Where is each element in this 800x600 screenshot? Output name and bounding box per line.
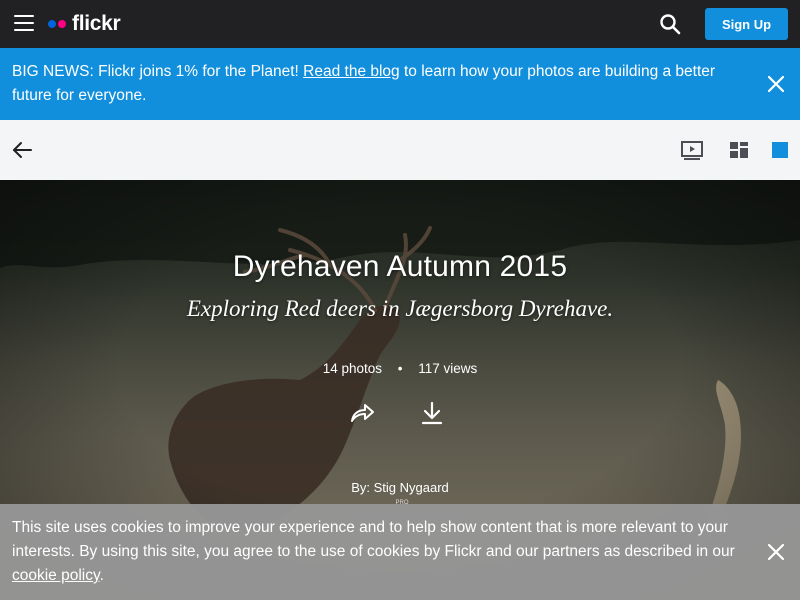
grid-view-icon[interactable] bbox=[727, 138, 751, 162]
cookie-banner: This site uses cookies to improve your e… bbox=[0, 504, 800, 600]
album-title: Dyrehaven Autumn 2015 bbox=[232, 250, 568, 283]
menu-icon[interactable] bbox=[14, 15, 34, 33]
announcement-banner: BIG NEWS: Flickr joins 1% for the Planet… bbox=[0, 48, 800, 120]
album-subtitle: Exploring Red deers in Jægersborg Dyreha… bbox=[186, 296, 614, 321]
cookie-trail: . bbox=[99, 567, 104, 584]
flickr-logo[interactable]: flickr bbox=[48, 10, 121, 38]
album-owner-link[interactable]: By: Stig Nygaard bbox=[0, 480, 800, 495]
slideshow-icon[interactable] bbox=[680, 138, 704, 162]
download-icon[interactable] bbox=[420, 400, 444, 426]
cookie-policy-link[interactable]: cookie policy bbox=[12, 567, 100, 584]
cookie-message: This site uses cookies to improve your e… bbox=[12, 519, 735, 560]
album-stats: 14 photos • 117 views bbox=[0, 361, 800, 376]
logo-wordmark: flickr bbox=[72, 12, 121, 35]
cookie-close-icon[interactable] bbox=[764, 540, 788, 564]
logo-blue-dot bbox=[48, 20, 56, 28]
photo-count: 14 photos bbox=[322, 361, 382, 376]
search-icon[interactable] bbox=[658, 12, 682, 36]
read-blog-link[interactable]: Read the blog bbox=[303, 63, 400, 80]
cookie-text: This site uses cookies to improve your e… bbox=[12, 516, 757, 588]
top-nav: flickr Sign Up bbox=[0, 0, 800, 48]
announcement-lead: BIG NEWS: Flickr joins 1% for the Planet… bbox=[12, 63, 304, 80]
album-toolbar bbox=[0, 120, 800, 180]
share-icon[interactable] bbox=[349, 400, 375, 426]
sign-up-button[interactable]: Sign Up bbox=[705, 8, 788, 40]
stats-separator: • bbox=[397, 361, 403, 376]
announcement-text: BIG NEWS: Flickr joins 1% for the Planet… bbox=[12, 60, 742, 108]
view-count: 117 views bbox=[418, 361, 478, 376]
back-arrow-icon[interactable] bbox=[10, 138, 34, 162]
single-view-icon[interactable] bbox=[768, 138, 792, 162]
logo-pink-dot bbox=[58, 20, 66, 28]
close-icon[interactable] bbox=[764, 72, 788, 96]
